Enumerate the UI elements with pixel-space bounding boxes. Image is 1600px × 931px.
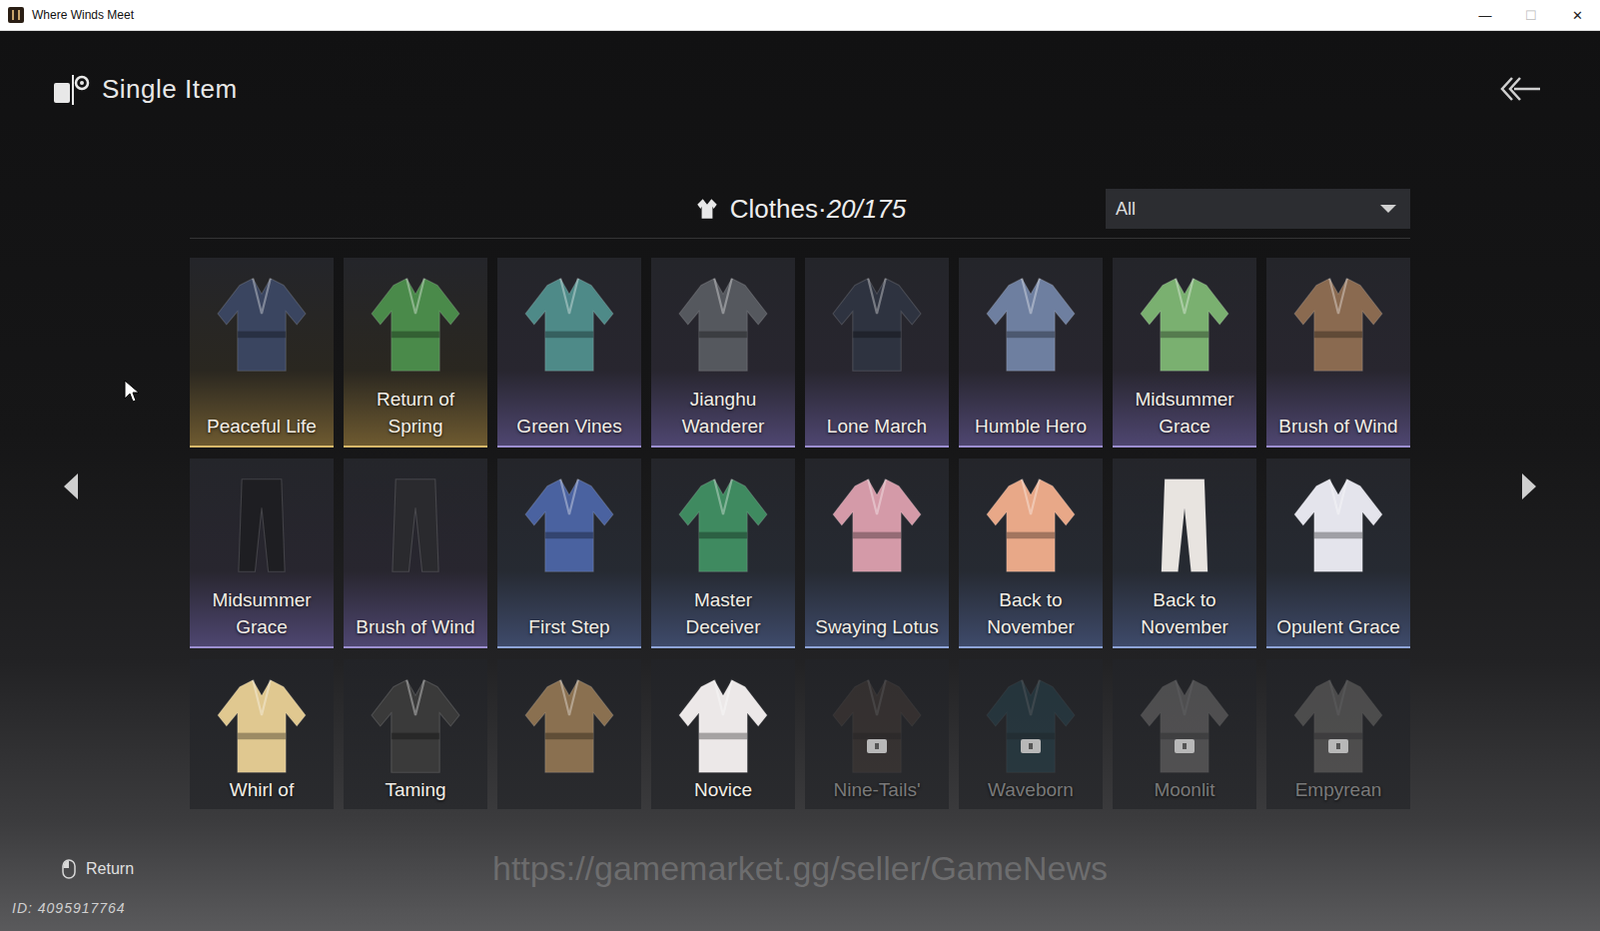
robe-icon	[975, 671, 1086, 782]
mouse-cursor-icon	[123, 379, 140, 404]
item-name: Return of Spring	[343, 385, 488, 446]
robe-icon	[514, 269, 625, 380]
item-card[interactable]: Midsummer Grace	[189, 458, 334, 649]
item-card[interactable]: Master Deceiver	[651, 458, 796, 649]
clothes-icon	[694, 195, 721, 222]
item-card[interactable]: Humble Hero	[958, 257, 1103, 448]
item-card[interactable]	[497, 659, 642, 809]
robe-icon	[821, 470, 932, 581]
robe-icon	[821, 269, 932, 380]
item-name: Midsummer Grace	[189, 586, 334, 647]
robe-icon	[975, 269, 1086, 380]
item-card[interactable]: Empyrean	[1266, 659, 1411, 809]
item-card[interactable]: Green Vines	[497, 257, 642, 448]
item-name: Humble Hero	[958, 387, 1103, 446]
next-page-icon[interactable]	[1520, 471, 1539, 502]
title-bar: Where Winds Meet —☐✕	[0, 0, 1600, 31]
lock-icon	[866, 739, 887, 754]
item-card[interactable]: Back to November	[1112, 458, 1257, 649]
lock-icon	[1328, 739, 1349, 754]
item-card[interactable]: Swaying Lotus	[804, 458, 949, 649]
divider	[189, 237, 1411, 239]
item-name: Back to November	[1112, 586, 1257, 647]
item-card[interactable]: Jianghu Wanderer	[651, 257, 796, 448]
robe-icon	[668, 269, 779, 380]
robe-icon	[821, 671, 932, 782]
item-card[interactable]: First Step	[497, 458, 642, 649]
item-name: Lone March	[804, 387, 949, 446]
item-name: Green Vines	[497, 387, 642, 446]
page-title: Single Item	[101, 73, 238, 105]
item-card[interactable]: Brush of Wind	[343, 458, 488, 649]
category-bar: Clothes·20/175 All	[189, 188, 1411, 229]
app-icon	[7, 6, 24, 23]
pants-icon	[1129, 470, 1240, 581]
item-card[interactable]: Novice	[651, 659, 796, 809]
window-control[interactable]: —	[1462, 0, 1509, 30]
item-name: Opulent Grace	[1266, 588, 1411, 647]
item-card[interactable]: Nine-Tails'	[804, 659, 949, 809]
item-name: Jianghu Wanderer	[651, 385, 796, 446]
main-area: Single Item Clothes·20/175 All Peaceful …	[0, 30, 1600, 931]
item-card[interactable]: Return of Spring	[343, 257, 488, 448]
mouse-icon	[61, 858, 76, 879]
lock-icon	[1020, 739, 1041, 754]
pants-icon	[206, 470, 317, 581]
window-title: Where Winds Meet	[31, 7, 134, 22]
dropdown-arrow-icon	[1380, 203, 1397, 214]
game-window: Where Winds Meet —☐✕ Single Item Clothes…	[0, 0, 1600, 931]
robe-icon	[668, 671, 779, 782]
robe-icon	[1283, 470, 1394, 581]
item-card[interactable]: Back to November	[958, 458, 1103, 649]
robe-icon	[1283, 269, 1394, 380]
item-card[interactable]: Opulent Grace	[1266, 458, 1411, 649]
item-name: Master Deceiver	[651, 586, 796, 647]
item-name: Swaying Lotus	[804, 588, 949, 647]
lock-icon	[1174, 739, 1195, 754]
previous-page-icon[interactable]	[61, 471, 80, 502]
robe-icon	[360, 671, 471, 782]
item-card[interactable]: Moonlit	[1112, 659, 1257, 809]
robe-icon	[1129, 671, 1240, 782]
robe-icon	[206, 269, 317, 380]
item-card[interactable]: Waveborn	[958, 659, 1103, 809]
robe-icon	[668, 470, 779, 581]
robe-icon	[1283, 671, 1394, 782]
item-card[interactable]: Lone March	[804, 257, 949, 448]
category-title: Clothes·20/175	[694, 193, 906, 225]
window-control[interactable]: ✕	[1554, 0, 1600, 30]
watermark: https://gamemarket.gg/seller/GameNews	[492, 848, 1108, 888]
window-control: ☐	[1508, 0, 1555, 30]
item-name: Midsummer Grace	[1112, 385, 1257, 446]
robe-icon	[1129, 269, 1240, 380]
item-grid: Peaceful Life Return of Spring Green Vin…	[189, 257, 1411, 809]
item-name: Brush of Wind	[1266, 387, 1411, 446]
wardrobe-icon	[49, 68, 90, 109]
filter-dropdown[interactable]: All	[1105, 188, 1411, 229]
pants-icon	[360, 470, 471, 581]
back-arrow-icon[interactable]	[1498, 73, 1543, 104]
robe-icon	[975, 470, 1086, 581]
item-card[interactable]: Midsummer Grace	[1112, 257, 1257, 448]
header: Single Item	[0, 30, 1600, 109]
robe-icon	[360, 269, 471, 380]
item-name: Peaceful Life	[189, 387, 334, 446]
item-name: Brush of Wind	[343, 588, 488, 647]
item-card[interactable]: Whirl of	[189, 659, 334, 809]
robe-icon	[514, 671, 625, 782]
item-card[interactable]: Taming	[343, 659, 488, 809]
item-card[interactable]: Peaceful Life	[189, 257, 334, 448]
item-name: Back to November	[958, 586, 1103, 647]
robe-icon	[514, 470, 625, 581]
robe-icon	[206, 671, 317, 782]
item-card[interactable]: Brush of Wind	[1266, 257, 1411, 448]
item-name: First Step	[497, 588, 642, 647]
player-id: ID: 4095917764	[0, 899, 1600, 916]
